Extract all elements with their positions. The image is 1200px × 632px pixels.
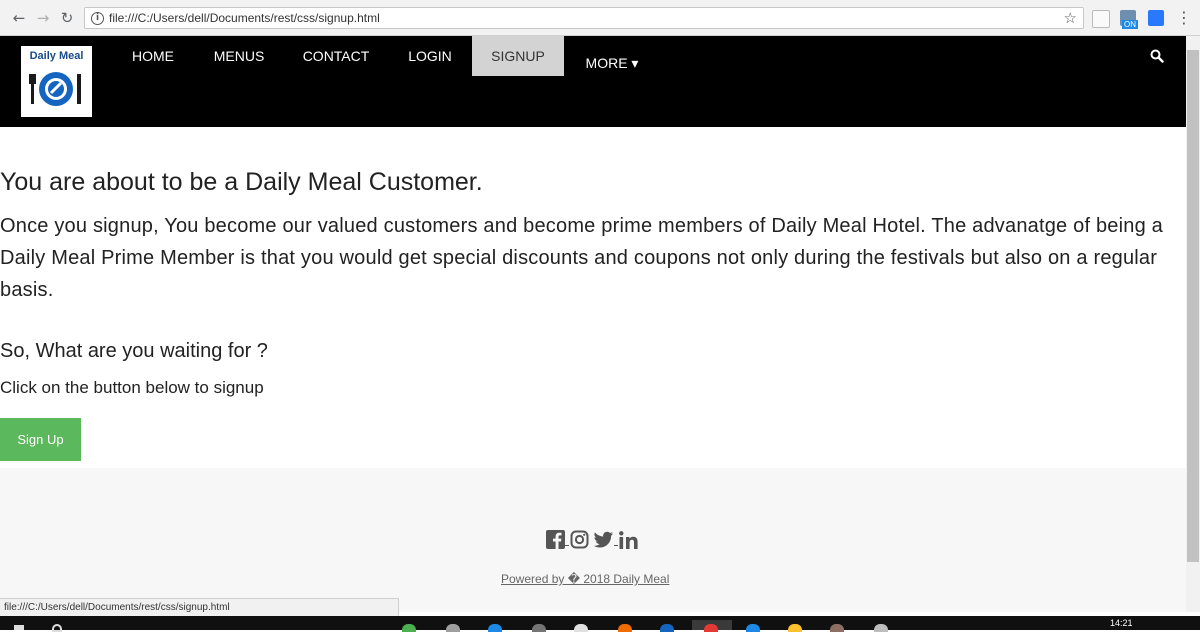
facebook-icon[interactable] [546, 530, 565, 549]
footer-copyright-link[interactable]: Powered by � 2018 Daily Meal [501, 572, 669, 586]
taskbar-app-icon[interactable] [402, 624, 416, 632]
instagram-icon[interactable] [570, 530, 589, 549]
site-logo[interactable]: Daily Meal [21, 46, 92, 117]
page-footer [0, 468, 1186, 612]
taskbar-app-icon[interactable] [574, 624, 588, 632]
extension-page-icon[interactable] [1092, 10, 1110, 28]
extension-on-badge: ON [1122, 20, 1138, 29]
logo-plate-icon [29, 72, 81, 106]
taskbar-app-icon[interactable] [618, 624, 632, 632]
browser-status-bar: file:///C:/Users/dell/Documents/rest/css… [0, 598, 399, 618]
twitter-icon[interactable] [594, 530, 614, 549]
taskbar-clock[interactable]: 14:21 [1110, 618, 1133, 628]
linkedin-icon[interactable] [619, 531, 639, 549]
page-title: You are about to be a Daily Meal Custome… [0, 168, 483, 196]
nav-signup[interactable]: SIGNUP [472, 36, 564, 76]
social-link-underline [565, 545, 569, 546]
extension-blue-icon[interactable] [1148, 10, 1164, 26]
question-heading: So, What are you waiting for ? [0, 340, 268, 362]
search-icon[interactable] [1150, 49, 1164, 63]
folder-icon[interactable] [788, 624, 802, 632]
page-scrollbar-thumb[interactable] [1187, 50, 1199, 562]
social-link-underline [614, 545, 618, 546]
site-navbar: Daily Meal HOME MENUS CONTACT LOGIN SIGN… [0, 36, 1186, 127]
chrome-icon[interactable] [704, 624, 718, 632]
browser-menu-icon[interactable]: ⋮ [1176, 8, 1192, 27]
info-icon[interactable]: i [91, 12, 104, 25]
nav-more-dropdown[interactable]: MORE ▾ [578, 43, 646, 83]
taskbar-app-icon[interactable] [660, 624, 674, 632]
signup-button[interactable]: Sign Up [0, 418, 81, 461]
os-taskbar: 14:21 [0, 616, 1200, 632]
nav-home[interactable]: HOME [124, 36, 182, 76]
back-arrow-icon[interactable]: ← [10, 9, 28, 27]
start-icon[interactable] [14, 625, 24, 630]
reload-icon[interactable]: ↻ [58, 9, 76, 27]
forward-arrow-icon[interactable]: → [34, 9, 52, 27]
address-url[interactable]: file:///C:/Users/dell/Documents/rest/css… [109, 11, 380, 25]
browser-toolbar: ← → ↻ i file:///C:/Users/dell/Documents/… [0, 0, 1200, 36]
taskbar-app-icon[interactable] [830, 624, 844, 632]
bookmark-star-icon[interactable]: ☆ [1064, 9, 1077, 27]
intro-paragraph: Once you signup, You become our valued c… [0, 215, 1163, 301]
nav-login[interactable]: LOGIN [398, 36, 462, 76]
taskbar-app-icon[interactable] [874, 624, 888, 632]
taskbar-app-icon[interactable] [488, 624, 502, 632]
taskbar-app-icon[interactable] [446, 624, 460, 632]
instruction-text: Click on the button below to signup [0, 378, 264, 397]
logo-text: Daily Meal [29, 50, 84, 62]
address-bar[interactable]: i file:///C:/Users/dell/Documents/rest/c… [84, 7, 1084, 29]
taskbar-search-icon[interactable] [52, 624, 62, 632]
taskbar-app-icon[interactable] [532, 624, 546, 632]
nav-contact[interactable]: CONTACT [294, 36, 378, 76]
nav-menus[interactable]: MENUS [205, 36, 273, 76]
taskbar-app-icon[interactable] [746, 624, 760, 632]
